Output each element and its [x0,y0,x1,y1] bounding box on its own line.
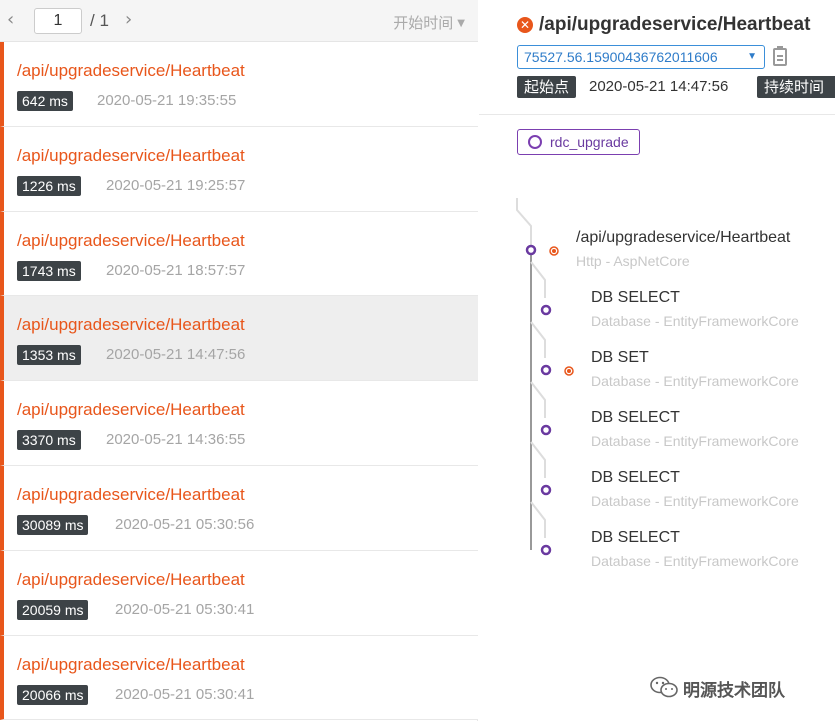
duration-badge: 30089 ms [17,514,89,535]
trace-detail-panel: ✕ /api/upgradeservice/Heartbeat 75527.56… [479,0,835,721]
span-name[interactable]: DB SET [591,349,649,367]
duration-badge: 1353 ms [17,345,81,366]
watermark-text: 明源技术团队 [683,681,785,701]
span-error-dot [567,369,571,373]
trace-list-panel: ‹ 1 / 1 › 开始时间 ▼ /api/upgradeservice/Hear… [0,0,478,721]
duration-badge: 642 ms [17,91,73,111]
span-name[interactable]: DB SELECT [591,289,680,307]
tree-branch [530,261,546,298]
span-name[interactable]: DB SELECT [591,409,680,427]
trace-list-item[interactable]: /api/upgradeservice/Heartbeat 3370 ms 20… [0,381,478,466]
tree-branch [530,381,546,418]
span-component: Database - EntityFrameworkCore [591,493,799,509]
span-name[interactable]: DB SELECT [591,469,680,487]
trace-list: /api/upgradeservice/Heartbeat 642 ms 202… [0,42,478,721]
trace-start-time: 2020-05-21 19:25:57 [106,176,246,194]
trace-start-time: 2020-05-21 05:30:41 [115,600,255,618]
caret-down-icon: ▼ [457,18,465,29]
duration-badge: 1226 ms [17,175,81,196]
trace-start-time: 2020-05-21 18:57:57 [106,261,246,279]
trace-start-time: 2020-05-21 05:30:41 [115,685,255,703]
span-component: Database - EntityFrameworkCore [591,433,799,449]
span-node[interactable] [540,364,552,376]
page-number-input[interactable]: 1 [34,8,82,34]
trace-endpoint: /api/upgradeservice/Heartbeat [17,400,245,420]
pagination-bar: ‹ 1 / 1 › 开始时间 ▼ [0,0,478,42]
trace-start-time: 2020-05-21 14:36:55 [106,431,246,449]
span-node[interactable] [525,244,537,256]
sort-label: 开始时间 [393,14,454,32]
span-component: Http - AspNetCore [576,253,690,269]
trace-start-time: 2020-05-21 05:30:56 [115,515,255,533]
span-node[interactable] [540,544,552,556]
trace-list-item[interactable]: /api/upgradeservice/Heartbeat 642 ms 202… [0,42,478,127]
span-node[interactable] [540,484,552,496]
tree-branch [516,198,532,250]
span-name[interactable]: /api/upgradeservice/Heartbeat [576,229,790,247]
page-total: / 1 [90,11,109,30]
span-component: Database - EntityFrameworkCore [591,553,799,569]
duration-badge: 3370 ms [17,430,81,451]
chevron-left-icon[interactable]: ‹ [7,10,14,30]
trace-endpoint: /api/upgradeservice/Heartbeat [17,61,245,80]
trace-start-time: 2020-05-21 19:35:55 [97,92,237,109]
trace-list-item[interactable]: /api/upgradeservice/Heartbeat 30089 ms 2… [0,465,478,551]
tree-branch [530,501,546,538]
trace-endpoint: /api/upgradeservice/Heartbeat [17,230,245,250]
app-root: ‹ 1 / 1 › 开始时间 ▼ /api/upgradeservice/Hear… [0,0,835,721]
trace-list-item[interactable]: /api/upgradeservice/Heartbeat 20066 ms 2… [0,635,478,721]
duration-badge: 20059 ms [17,599,89,620]
trace-list-item[interactable]: /api/upgradeservice/Heartbeat 1743 ms 20… [0,211,478,297]
trace-endpoint: /api/upgradeservice/Heartbeat [17,145,245,165]
trace-list-item-selected[interactable]: /api/upgradeservice/Heartbeat 1353 ms 20… [0,296,478,382]
duration-badge: 1743 ms [17,260,81,281]
trace-endpoint: /api/upgradeservice/Heartbeat [17,484,245,504]
chevron-right-icon[interactable]: › [125,10,132,30]
sort-dropdown[interactable]: 开始时间 ▼ [393,12,465,33]
tree-branch [530,321,546,358]
trace-list-item[interactable]: /api/upgradeservice/Heartbeat 20059 ms 2… [0,550,478,636]
span-component: Database - EntityFrameworkCore [591,313,799,329]
span-node[interactable] [540,424,552,436]
span-component: Database - EntityFrameworkCore [591,373,799,389]
tree-branch [530,441,546,478]
span-node[interactable] [540,304,552,316]
trace-endpoint: /api/upgradeservice/Heartbeat [17,654,245,674]
trace-list-item[interactable]: /api/upgradeservice/Heartbeat 1226 ms 20… [0,126,478,212]
span-error-dot [552,249,556,253]
trace-endpoint: /api/upgradeservice/Heartbeat [17,569,245,589]
duration-badge: 20066 ms [17,684,89,705]
trace-endpoint: /api/upgradeservice/Heartbeat [17,315,245,335]
span-name[interactable]: DB SELECT [591,529,680,547]
wechat-icon [650,676,678,698]
trace-start-time: 2020-05-21 14:47:56 [106,346,246,364]
